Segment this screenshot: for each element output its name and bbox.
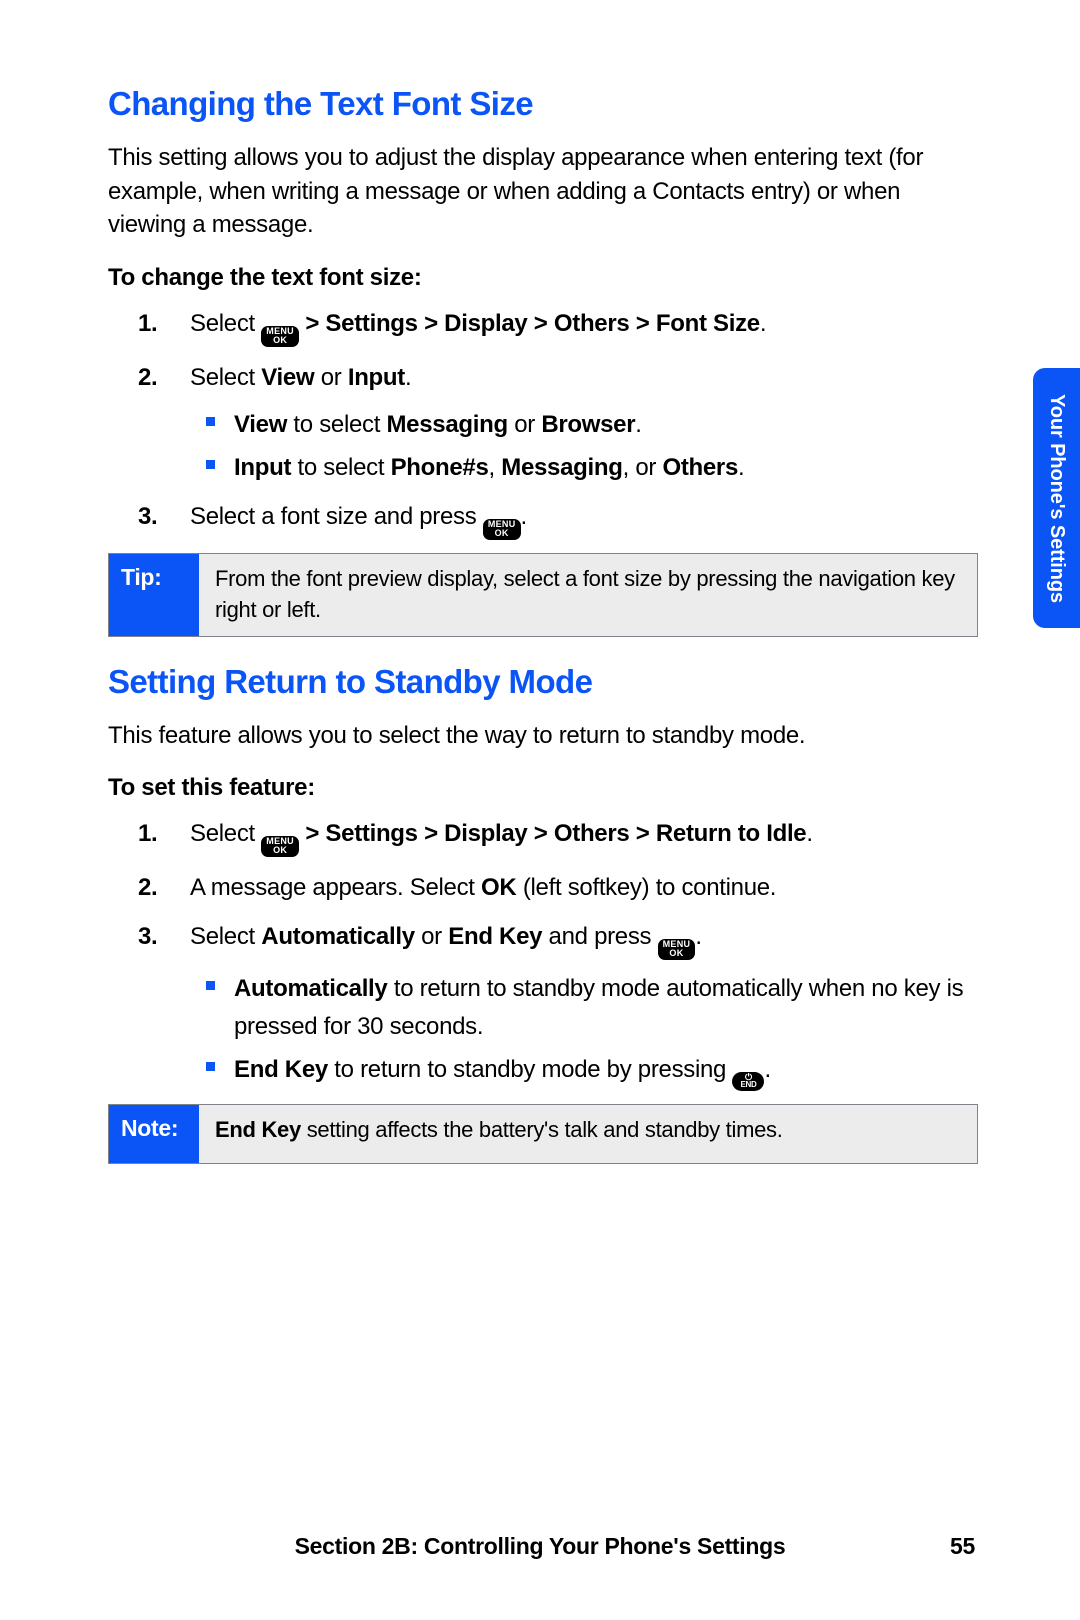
substep-input: Input to select Phone#s, Messaging, or O… — [234, 449, 978, 486]
note-box: Note: End Key setting affects the batter… — [108, 1104, 978, 1164]
substeps-step3: Automatically to return to standby mode … — [196, 970, 978, 1090]
intro-standby: This feature allows you to select the wa… — [108, 719, 978, 753]
menu-ok-key-icon: MENUOK — [483, 519, 521, 540]
step-3: 3. Select a font size and press MENUOK. — [190, 499, 978, 540]
heading-font-size: Changing the Text Font Size — [108, 85, 978, 123]
section-tab-label: Your Phone's Settings — [1045, 394, 1068, 603]
footer-text: Section 2B: Controlling Your Phone's Set… — [295, 1533, 786, 1559]
menu-ok-key-icon: MENUOK — [658, 939, 696, 960]
page-footer: Section 2B: Controlling Your Phone's Set… — [0, 1533, 1080, 1560]
heading-standby: Setting Return to Standby Mode — [108, 663, 978, 701]
page-content: Changing the Text Font Size This setting… — [108, 85, 978, 1190]
steps-font-size: 1. Select MENUOK > Settings > Display > … — [108, 306, 978, 540]
substep-endkey: End Key to return to standby mode by pre… — [234, 1051, 978, 1091]
menu-ok-key-icon: MENUOK — [261, 836, 299, 857]
note-text: End Key setting affects the battery's ta… — [199, 1105, 977, 1163]
substep-auto: Automatically to return to standby mode … — [234, 970, 978, 1044]
subhead-standby: To set this feature: — [108, 774, 978, 802]
tip-text: From the font preview display, select a … — [199, 554, 977, 636]
page-number: 55 — [950, 1533, 975, 1560]
step-2: 2. Select View or Input. View to select … — [190, 360, 978, 486]
tip-box: Tip: From the font preview display, sele… — [108, 553, 978, 637]
intro-font-size: This setting allows you to adjust the di… — [108, 141, 978, 242]
tip-label: Tip: — [109, 554, 199, 636]
subhead-font-size: To change the text font size: — [108, 264, 978, 292]
step-3: 3. Select Automatically or End Key and p… — [190, 919, 978, 1090]
step-1: 1. Select MENUOK > Settings > Display > … — [190, 306, 978, 347]
section-tab: Your Phone's Settings — [1033, 368, 1080, 628]
step-1: 1. Select MENUOK > Settings > Display > … — [190, 816, 978, 857]
end-key-icon: ⏻END — [732, 1072, 764, 1091]
step-2: 2. A message appears. Select OK (left so… — [190, 870, 978, 906]
substeps-step2: View to select Messaging or Browser. Inp… — [196, 406, 978, 486]
note-label: Note: — [109, 1105, 199, 1163]
menu-ok-key-icon: MENUOK — [261, 326, 299, 347]
steps-standby: 1. Select MENUOK > Settings > Display > … — [108, 816, 978, 1090]
substep-view: View to select Messaging or Browser. — [234, 406, 978, 443]
